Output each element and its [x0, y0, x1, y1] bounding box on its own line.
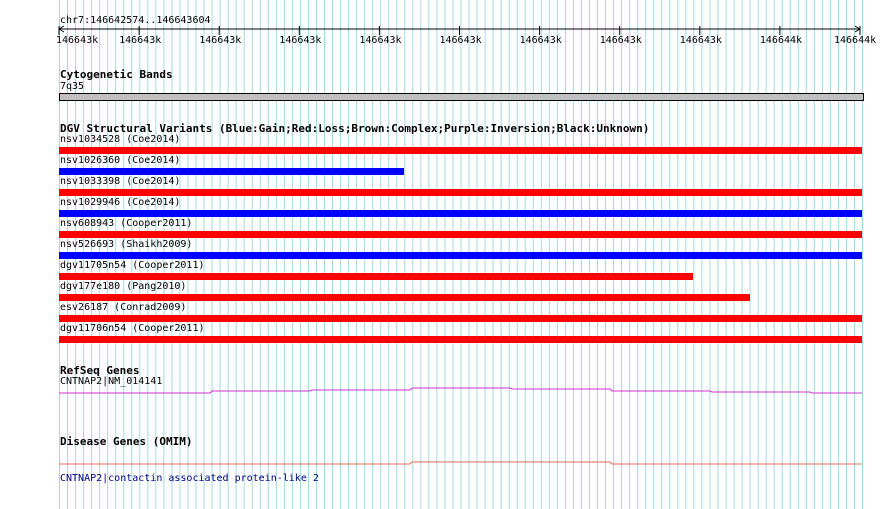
cytoband-track-title: Cytogenetic Bands: [60, 68, 173, 81]
dgv-variant-bar[interactable]: [59, 273, 693, 280]
dgv-variant-bar[interactable]: [59, 315, 862, 322]
dgv-variant-label[interactable]: nsv1026360 (Coe2014): [60, 155, 180, 167]
ruler-tick-label: 146643k: [119, 35, 162, 46]
cytoband-label[interactable]: 7q35: [60, 81, 84, 93]
ruler-tick-label: 146643k: [599, 35, 642, 46]
ruler-tick-label: 146644k: [834, 35, 877, 46]
dgv-variant-bar[interactable]: [59, 147, 862, 154]
genome-browser-view: chr7:146642574..146643604 146643k 146643k…: [0, 0, 890, 509]
dgv-variant-bar[interactable]: [59, 210, 862, 217]
ruler-tick-label: 146643k: [679, 35, 722, 46]
dgv-variant-bar[interactable]: [59, 231, 862, 238]
dgv-variant-label[interactable]: esv26187 (Conrad2009): [60, 302, 186, 314]
omim-gene-link[interactable]: CNTNAP2|contactin associated protein-lik…: [60, 473, 319, 485]
dgv-variant-label[interactable]: nsv608943 (Cooper2011): [60, 218, 192, 230]
ruler-tick-label: 146643k: [56, 35, 99, 46]
ruler-tick-label: 146643k: [519, 35, 562, 46]
refseq-gene-model[interactable]: [0, 384, 890, 398]
ruler-tick-label: 146643k: [439, 35, 482, 46]
ruler-tick-label: 146643k: [199, 35, 242, 46]
cytoband-bar[interactable]: [59, 93, 864, 101]
omim-gene-model[interactable]: [0, 457, 890, 469]
dgv-variant-bar[interactable]: [59, 189, 862, 196]
dgv-variant-bar[interactable]: [59, 294, 750, 301]
ruler-axis: [58, 25, 861, 35]
omim-track-title: Disease Genes (OMIM): [60, 435, 193, 448]
dgv-variant-label[interactable]: nsv1033398 (Coe2014): [60, 176, 180, 188]
dgv-variant-label[interactable]: nsv526693 (Shaikh2009): [60, 239, 192, 251]
dgv-variant-label[interactable]: nsv1034528 (Coe2014): [60, 134, 180, 146]
dgv-variant-bar[interactable]: [59, 168, 404, 175]
ruler-tick-label: 146644k: [759, 35, 803, 46]
dgv-variant-bar[interactable]: [59, 252, 862, 259]
ruler-tick-label: 146643k: [359, 35, 402, 46]
ruler-tick-label: 146643k: [279, 35, 322, 46]
dgv-variant-label[interactable]: dgv11705n54 (Cooper2011): [60, 260, 205, 272]
dgv-variant-label[interactable]: nsv1029946 (Coe2014): [60, 197, 180, 209]
dgv-variant-label[interactable]: dgv177e180 (Pang2010): [60, 281, 186, 293]
dgv-variant-label[interactable]: dgv11706n54 (Cooper2011): [60, 323, 205, 335]
dgv-variant-bar[interactable]: [59, 336, 862, 343]
